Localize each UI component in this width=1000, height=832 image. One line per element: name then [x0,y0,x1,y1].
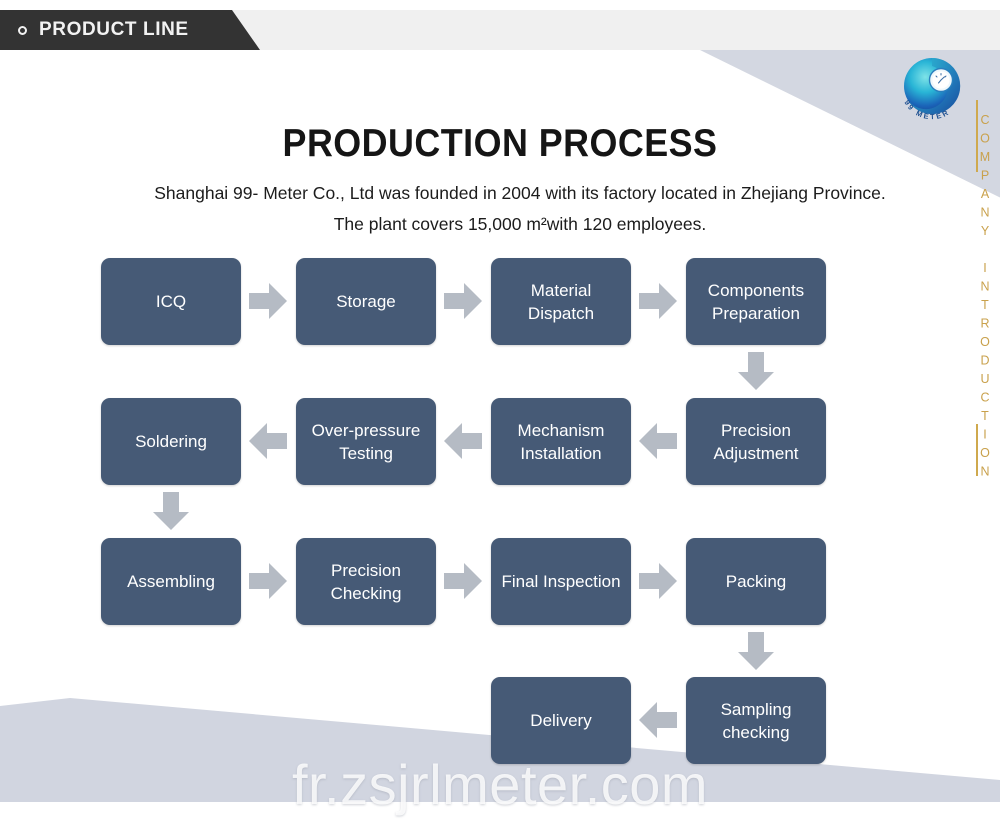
flow-node-precision-adjustment[interactable]: Precision Adjustment [686,398,826,485]
flow-node-over-pressure-testing[interactable]: Over-pressure Testing [296,398,436,485]
flow-node-storage[interactable]: Storage [296,258,436,345]
arrow-left-over-pressure-testing-soldering [249,423,287,459]
flow-node-packing[interactable]: Packing [686,538,826,625]
flow-node-final-inspection[interactable]: Final Inspection [491,538,631,625]
flow-node-mechanism-installation[interactable]: Mechanism Installation [491,398,631,485]
flow-node-material-dispatch[interactable]: Material Dispatch [491,258,631,345]
arrow-down-packing-sampling-checking [738,632,774,670]
flow-node-components-preparation[interactable]: Components Preparation [686,258,826,345]
arrow-right-final-inspection-packing [639,563,677,599]
arrow-down-soldering-assembling [153,492,189,530]
arrow-left-precision-adjustment-mechanism-installation [639,423,677,459]
product-line-slide: PRODUCT LINE 99 METER COMPANY INTRODUCTI… [0,0,1000,832]
flow-node-delivery[interactable]: Delivery [491,677,631,764]
flow-node-precision-checking[interactable]: Precision Checking [296,538,436,625]
arrow-down-components-preparation-precision-adjustment [738,352,774,390]
arrow-right-storage-material-dispatch [444,283,482,319]
flow-node-icq[interactable]: ICQ [101,258,241,345]
arrow-right-material-dispatch-components-preparation [639,283,677,319]
flow-node-assembling[interactable]: Assembling [101,538,241,625]
arrow-right-precision-checking-final-inspection [444,563,482,599]
arrow-left-mechanism-installation-over-pressure-testing [444,423,482,459]
flow-node-soldering[interactable]: Soldering [101,398,241,485]
arrow-right-icq-storage [249,283,287,319]
arrow-left-sampling-checking-delivery [639,702,677,738]
production-process-flow: ICQ Storage Material Dispatch Components… [0,0,1000,832]
flow-node-sampling-checking[interactable]: Sampling checking [686,677,826,764]
arrow-right-assembling-precision-checking [249,563,287,599]
